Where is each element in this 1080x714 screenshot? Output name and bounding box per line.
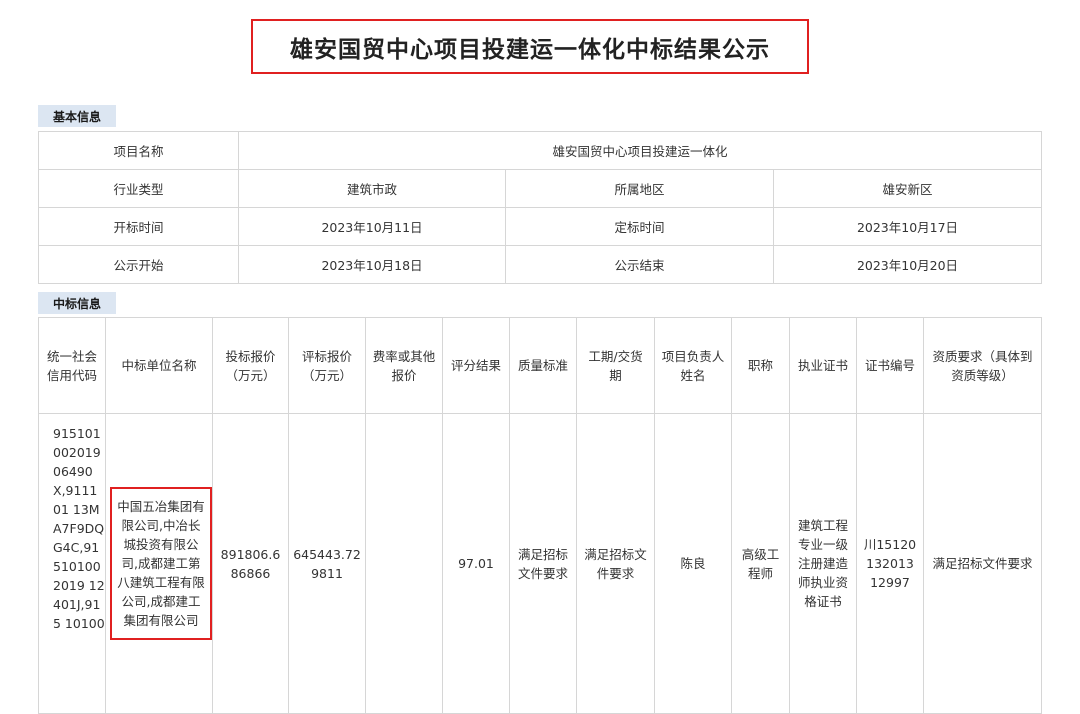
col-rate: 费率或其他报价 [365, 317, 443, 414]
period-cell: 满足招标文件要求 [576, 413, 655, 714]
section-basic-label: 基本信息 [38, 105, 117, 127]
winner-highlight-box: 中国五冶集团有限公司,中冶长城投资有限公司,成都建工第八建筑工程有限公司,成都建… [110, 487, 212, 640]
table-row: 项目名称 雄安国贸中心项目投建运一体化 [38, 131, 1042, 170]
industry-value: 建筑市政 [238, 169, 506, 208]
col-cert-no: 证书编号 [856, 317, 924, 414]
col-quality: 质量标准 [509, 317, 577, 414]
publish-end-label: 公示结束 [505, 245, 774, 284]
decide-time-value: 2023年10月17日 [773, 207, 1042, 246]
cert-no-cell: 川15120132013 12997 [856, 413, 924, 714]
publish-start-label: 公示开始 [38, 245, 239, 284]
project-name-label: 项目名称 [38, 131, 239, 170]
col-title: 职称 [731, 317, 790, 414]
award-info-table: 统一社会信用代码 中标单位名称 投标报价（万元） 评标报价（万元） 费率或其他报… [38, 317, 1042, 714]
publish-end-value: 2023年10月20日 [773, 245, 1042, 284]
score-cell: 97.01 [442, 413, 510, 714]
open-time-value: 2023年10月11日 [238, 207, 506, 246]
project-name-value: 雄安国贸中心项目投建运一体化 [238, 131, 1042, 170]
credit-code-cell: 91510100201906490X,911101 13MA7F9DQG4C,9… [38, 413, 106, 714]
title-cell: 高级工程师 [731, 413, 790, 714]
col-score: 评分结果 [442, 317, 510, 414]
eval-price-cell: 645443.729811 [288, 413, 366, 714]
open-time-label: 开标时间 [38, 207, 239, 246]
page-title: 雄安国贸中心项目投建运一体化中标结果公示 [290, 36, 770, 63]
bid-price-cell: 891806.686866 [212, 413, 289, 714]
quality-cell: 满足招标文件要求 [509, 413, 577, 714]
col-bid-price: 投标报价（万元） [212, 317, 289, 414]
publish-start-value: 2023年10月18日 [238, 245, 506, 284]
col-cert: 执业证书 [789, 317, 857, 414]
table-row: 行业类型 建筑市政 所属地区 雄安新区 [38, 169, 1042, 208]
table-row: 91510100201906490X,911101 13MA7F9DQG4C,9… [38, 413, 1042, 714]
col-period: 工期/交货期 [576, 317, 655, 414]
table-row: 开标时间 2023年10月11日 定标时间 2023年10月17日 [38, 207, 1042, 246]
manager-cell: 陈良 [654, 413, 732, 714]
col-manager: 项目负责人姓名 [654, 317, 732, 414]
table-header-row: 统一社会信用代码 中标单位名称 投标报价（万元） 评标报价（万元） 费率或其他报… [38, 317, 1042, 414]
col-credit-code: 统一社会信用代码 [38, 317, 106, 414]
qualification-cell: 满足招标文件要求 [923, 413, 1042, 714]
decide-time-label: 定标时间 [505, 207, 774, 246]
cert-cell: 建筑工程专业一级注册建造师执业资格证书 [789, 413, 857, 714]
region-value: 雄安新区 [773, 169, 1042, 208]
winner-names: 中国五冶集团有限公司,中冶长城投资有限公司,成都建工第八建筑工程有限公司,成都建… [117, 499, 205, 628]
region-label: 所属地区 [505, 169, 774, 208]
table-row: 公示开始 2023年10月18日 公示结束 2023年10月20日 [38, 245, 1042, 284]
rate-cell [365, 413, 443, 714]
col-qualification: 资质要求（具体到资质等级） [923, 317, 1042, 414]
industry-label: 行业类型 [38, 169, 239, 208]
title-box: 雄安国贸中心项目投建运一体化中标结果公示 [251, 19, 809, 74]
col-eval-price: 评标报价（万元） [288, 317, 366, 414]
basic-info-table: 项目名称 雄安国贸中心项目投建运一体化 行业类型 建筑市政 所属地区 雄安新区 … [38, 131, 1042, 284]
col-winner: 中标单位名称 [105, 317, 213, 414]
winner-cell: 中国五冶集团有限公司,中冶长城投资有限公司,成都建工第八建筑工程有限公司,成都建… [105, 413, 213, 714]
section-award-label: 中标信息 [38, 292, 117, 314]
